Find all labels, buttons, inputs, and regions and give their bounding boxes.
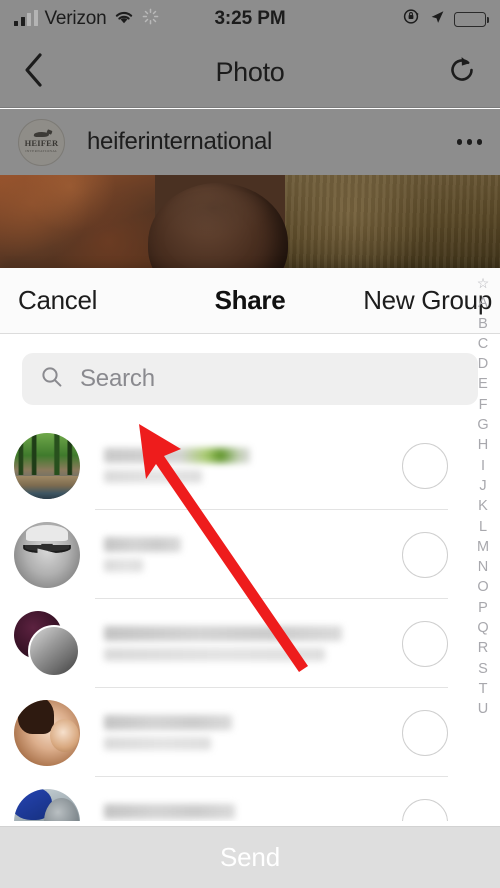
alphabet-index[interactable]: ☆ A B C D E F G H I J K L M N O P Q R S … [468, 274, 498, 720]
alphabet-index-item[interactable]: O [477, 578, 488, 597]
post-username[interactable]: heiferinternational [87, 128, 272, 156]
avatar-group-two-people [14, 610, 80, 677]
alphabet-index-item[interactable]: N [478, 558, 488, 577]
photo-subject-head [148, 183, 288, 270]
search-icon [40, 365, 64, 394]
select-checkbox[interactable] [402, 531, 448, 578]
avatar-forest-path [14, 432, 80, 499]
photo-background-left [0, 175, 155, 270]
contact-name-blurred [104, 537, 402, 572]
status-bar-left: Verizon [14, 8, 159, 30]
back-button[interactable] [22, 50, 46, 95]
alphabet-index-item[interactable]: ☆ [477, 274, 490, 293]
alphabet-index-item[interactable]: E [478, 375, 488, 394]
heifer-brand-sublabel: INTERNATIONAL [25, 148, 58, 153]
contact-name-blurred [104, 804, 402, 821]
page-title: Photo [215, 57, 285, 87]
select-checkbox[interactable] [402, 709, 448, 756]
table-row[interactable] [0, 777, 500, 821]
heifer-brand-label: HEIFER [24, 138, 59, 149]
alphabet-index-item[interactable]: D [478, 355, 488, 374]
contact-name-blurred [104, 715, 402, 750]
carrier-label: Verizon [44, 8, 107, 29]
contact-list[interactable] [0, 421, 500, 821]
table-row[interactable] [0, 688, 500, 777]
share-sheet: Cancel Share New Group Search ☆ A B C D … [0, 268, 500, 888]
alphabet-index-item[interactable]: C [478, 335, 488, 354]
alphabet-index-item[interactable]: H [478, 436, 488, 455]
table-row[interactable] [0, 599, 500, 688]
navigation-bar: Photo [0, 38, 500, 108]
activity-spinner-icon [142, 8, 159, 30]
alphabet-index-item[interactable]: Q [477, 619, 488, 638]
alphabet-index-item[interactable]: M [477, 538, 489, 557]
contact-name-blurred [104, 626, 402, 661]
alphabet-index-item[interactable]: T [479, 680, 488, 699]
post-header: HEIFER INTERNATIONAL heiferinternational [0, 109, 500, 175]
search-placeholder: Search [80, 365, 155, 392]
location-arrow-icon [429, 9, 445, 30]
phone-screen: Verizon 3:25 PM Photo HEIFER INTERNATION… [0, 0, 500, 888]
alphabet-index-item[interactable]: B [478, 315, 488, 334]
cancel-button[interactable]: Cancel [18, 285, 97, 316]
alphabet-index-item[interactable]: A [478, 294, 488, 313]
contact-name-blurred [104, 448, 402, 483]
alphabet-index-item[interactable]: S [478, 660, 488, 679]
alphabet-index-item[interactable]: F [479, 396, 488, 415]
select-checkbox[interactable] [402, 620, 448, 667]
heifer-logo-avatar[interactable]: HEIFER INTERNATIONAL [18, 118, 65, 166]
status-bar-right [403, 8, 489, 30]
wifi-icon [113, 9, 135, 30]
avatar-person-with-bird [14, 788, 80, 821]
heifer-animal-mark [32, 130, 52, 138]
alphabet-index-item[interactable]: K [478, 497, 488, 516]
send-button[interactable]: Send [0, 826, 500, 888]
table-row[interactable] [0, 421, 500, 510]
refresh-button[interactable] [446, 54, 478, 91]
signal-bars-icon [14, 10, 38, 26]
avatar-mother-and-child [14, 699, 80, 766]
send-button-label: Send [220, 842, 280, 872]
alphabet-index-item[interactable]: I [481, 457, 485, 476]
alphabet-index-item[interactable]: R [478, 639, 488, 658]
search-input[interactable]: Search [22, 353, 478, 405]
alphabet-index-item[interactable]: L [479, 518, 487, 537]
select-checkbox[interactable] [402, 442, 448, 489]
alphabet-index-item[interactable]: P [478, 599, 488, 618]
avatar-person-glasses [14, 521, 80, 588]
table-row[interactable] [0, 510, 500, 599]
select-checkbox[interactable] [402, 798, 448, 821]
status-bar: Verizon 3:25 PM [0, 0, 500, 38]
more-options-icon[interactable] [456, 139, 482, 145]
search-container: Search [0, 334, 500, 421]
battery-full-icon [454, 11, 489, 27]
photo-background-right [285, 175, 500, 270]
share-sheet-header: Cancel Share New Group [0, 268, 500, 334]
alphabet-index-item[interactable]: U [478, 700, 488, 719]
alphabet-index-item[interactable]: G [477, 416, 488, 435]
alphabet-index-item[interactable]: J [479, 477, 486, 496]
rotation-lock-icon [403, 8, 420, 30]
post-photo [0, 175, 500, 270]
